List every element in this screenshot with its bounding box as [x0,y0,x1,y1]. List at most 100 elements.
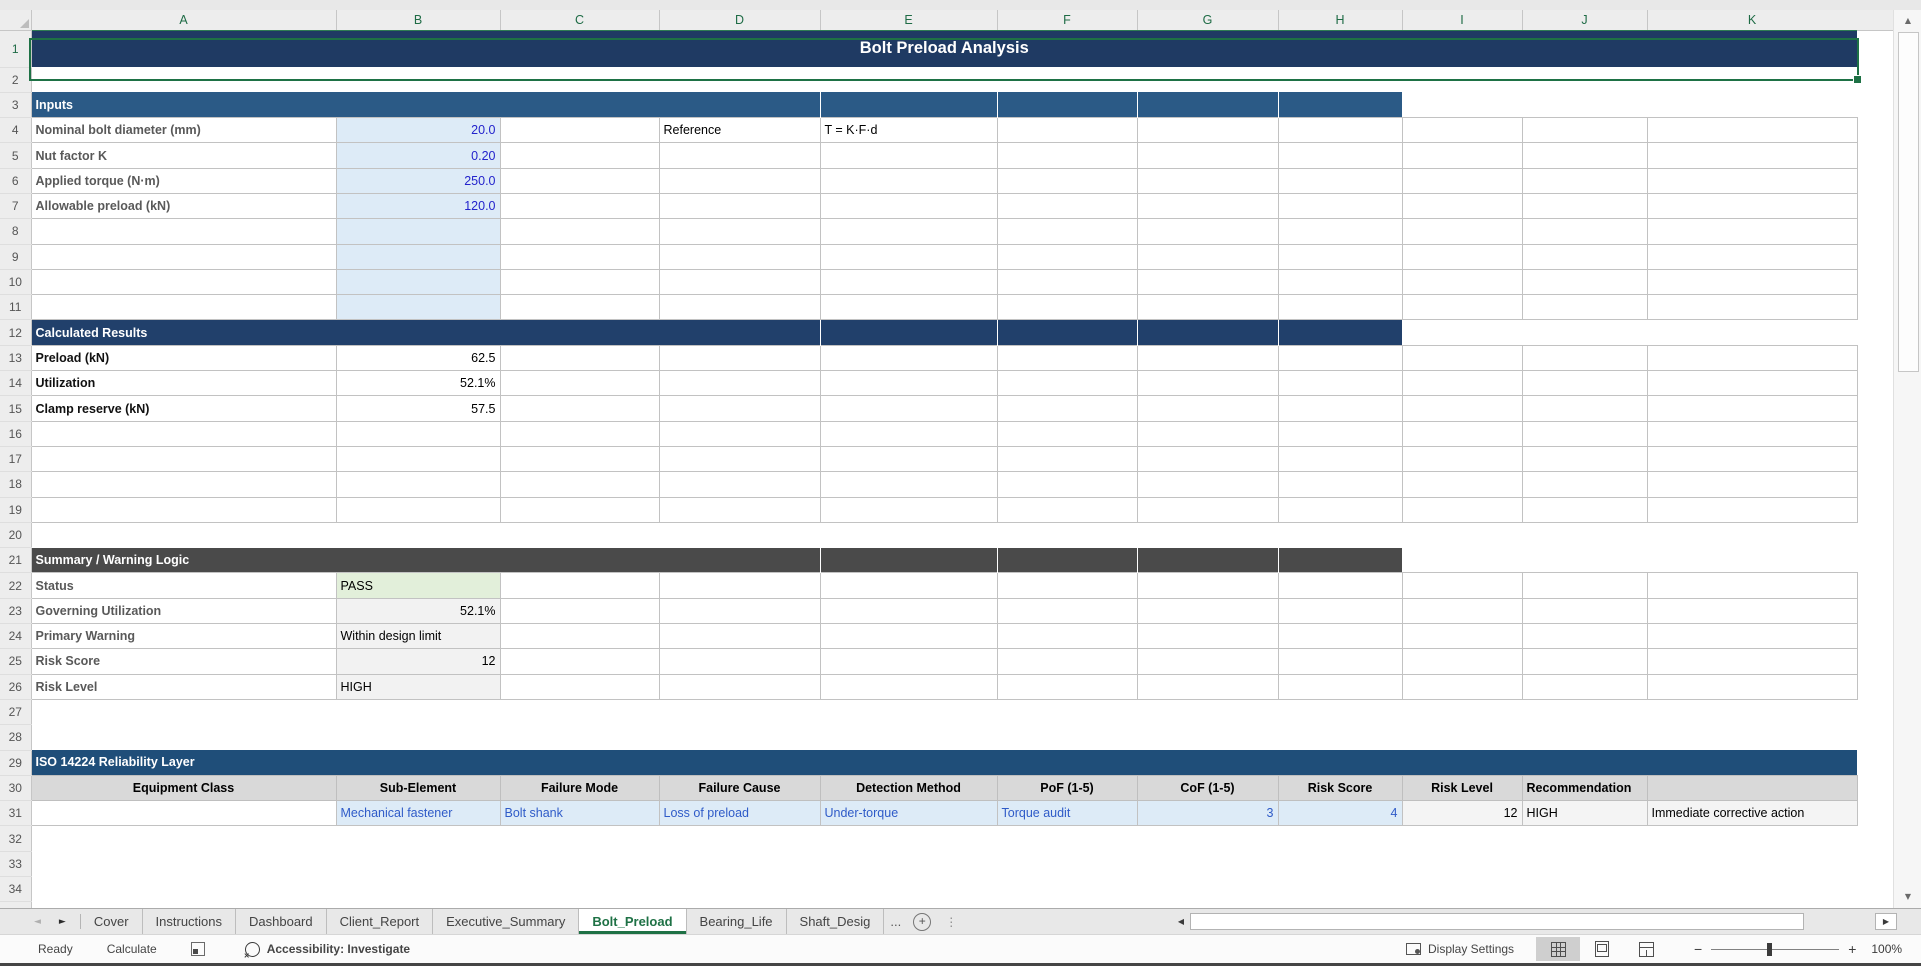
cell[interactable] [30,243,337,270]
cell[interactable] [658,167,821,194]
select-all-corner[interactable] [0,10,32,31]
cell[interactable] [1646,420,1858,447]
cell[interactable] [1401,673,1523,700]
cell[interactable] [30,268,337,296]
iso-row-cell[interactable]: Loss of preload [658,800,821,827]
iso-row-cell[interactable]: 12 [1401,800,1523,827]
zoom-slider-thumb[interactable] [1767,942,1773,956]
cell[interactable] [499,623,660,650]
cell[interactable] [499,243,660,270]
cell[interactable] [819,673,998,700]
column-header[interactable]: A [31,10,337,31]
page-layout-view-button[interactable] [1580,937,1624,961]
cell[interactable] [1401,623,1523,650]
cell[interactable] [819,192,998,220]
section-band-cell[interactable] [1136,92,1278,118]
cell[interactable] [996,623,1138,650]
cell[interactable] [1521,597,1648,625]
cell[interactable] [1136,142,1279,169]
cell[interactable] [335,420,501,447]
column-header[interactable]: G [1137,10,1279,31]
section-header-calculated[interactable]: Calculated Results [31,319,820,346]
cell[interactable] [658,344,821,372]
row-header[interactable]: 29 [0,750,32,776]
cell[interactable] [819,572,998,599]
row-header[interactable]: 32 [0,825,32,852]
cell[interactable] [30,218,337,245]
result-label[interactable]: Clamp reserve (kN) [30,395,337,422]
cell[interactable] [1277,471,1403,498]
calculate-indicator[interactable]: Calculate [107,942,157,956]
cell[interactable] [1646,117,1858,144]
cell[interactable] [1521,420,1648,447]
cell[interactable] [1136,496,1279,523]
row-header[interactable]: 23 [0,598,32,625]
sheet-tab-bolt-preload[interactable]: Bolt_Preload [579,909,687,934]
row-header[interactable]: 18 [0,471,32,498]
cell[interactable] [31,851,1857,877]
sheet-tab-dashboard[interactable]: Dashboard [236,909,327,934]
iso-column-header[interactable]: Detection Method [819,774,998,802]
input-empty-cell[interactable] [335,218,501,245]
row-header[interactable]: 11 [0,294,32,321]
input-empty-cell[interactable] [335,243,501,270]
cell[interactable] [1136,572,1279,599]
cell[interactable] [335,496,501,523]
cell[interactable] [1646,243,1858,270]
horizontal-scrollbar[interactable]: ◀ ▶ [1172,912,1897,931]
cell[interactable] [1277,648,1403,675]
cell[interactable] [1646,471,1858,498]
cell[interactable] [499,117,660,144]
cell[interactable] [996,471,1138,498]
cell[interactable] [499,597,660,625]
input-value[interactable]: 250.0 [335,167,501,194]
cell[interactable] [1646,167,1858,194]
cell[interactable] [499,648,660,675]
cell[interactable] [1646,673,1858,700]
cell[interactable] [996,496,1138,523]
cell[interactable] [658,395,821,422]
cell[interactable] [819,648,998,675]
cell[interactable] [1277,597,1403,625]
section-band-cell[interactable] [1136,319,1278,346]
cell[interactable] [499,471,660,498]
cell[interactable] [1402,92,1857,118]
display-settings-button[interactable]: Display Settings [1406,935,1514,963]
zoom-out-button[interactable]: − [1694,941,1702,957]
cell[interactable] [1277,445,1403,473]
cell[interactable] [1521,648,1648,675]
iso-row-cell[interactable]: Mechanical fastener [335,800,501,827]
zoom-in-button[interactable]: + [1848,941,1856,957]
cell[interactable] [499,445,660,473]
cell[interactable] [31,876,1857,902]
cell[interactable] [1646,445,1858,473]
cell[interactable] [1136,395,1279,422]
column-header[interactable]: B [336,10,501,31]
iso-column-header[interactable]: Sub-Element [335,774,501,802]
cell[interactable] [1401,192,1523,220]
iso-row-cell[interactable]: HIGH [1521,800,1648,827]
input-value[interactable]: 0.20 [335,142,501,169]
scroll-up-icon[interactable]: ▲ [1894,12,1921,30]
row-header[interactable]: 24 [0,623,32,650]
iso-column-header[interactable]: Equipment Class [30,774,337,802]
status-cell[interactable]: PASS [335,572,501,599]
new-sheet-button[interactable]: + [913,909,932,934]
row-header[interactable]: 21 [0,547,32,574]
input-label[interactable]: Nut factor K [30,142,337,169]
cell[interactable] [658,623,821,650]
result-value[interactable]: 52.1% [335,370,501,397]
summary-label[interactable]: Governing Utilization [30,597,337,625]
reference-label[interactable]: Reference [658,117,821,144]
zoom-level[interactable]: 100% [1871,942,1902,956]
cell[interactable] [1136,294,1279,321]
tabbar-splitter[interactable]: ⋮ [937,909,965,934]
cell[interactable] [1401,496,1523,523]
cell[interactable] [31,825,1857,852]
iso-column-header[interactable]: Risk Score [1277,774,1403,802]
cell[interactable] [1646,572,1858,599]
column-header[interactable]: D [659,10,821,31]
macro-record-icon[interactable] [190,942,205,956]
row-header[interactable]: 34 [0,876,32,903]
cell[interactable] [819,142,998,169]
